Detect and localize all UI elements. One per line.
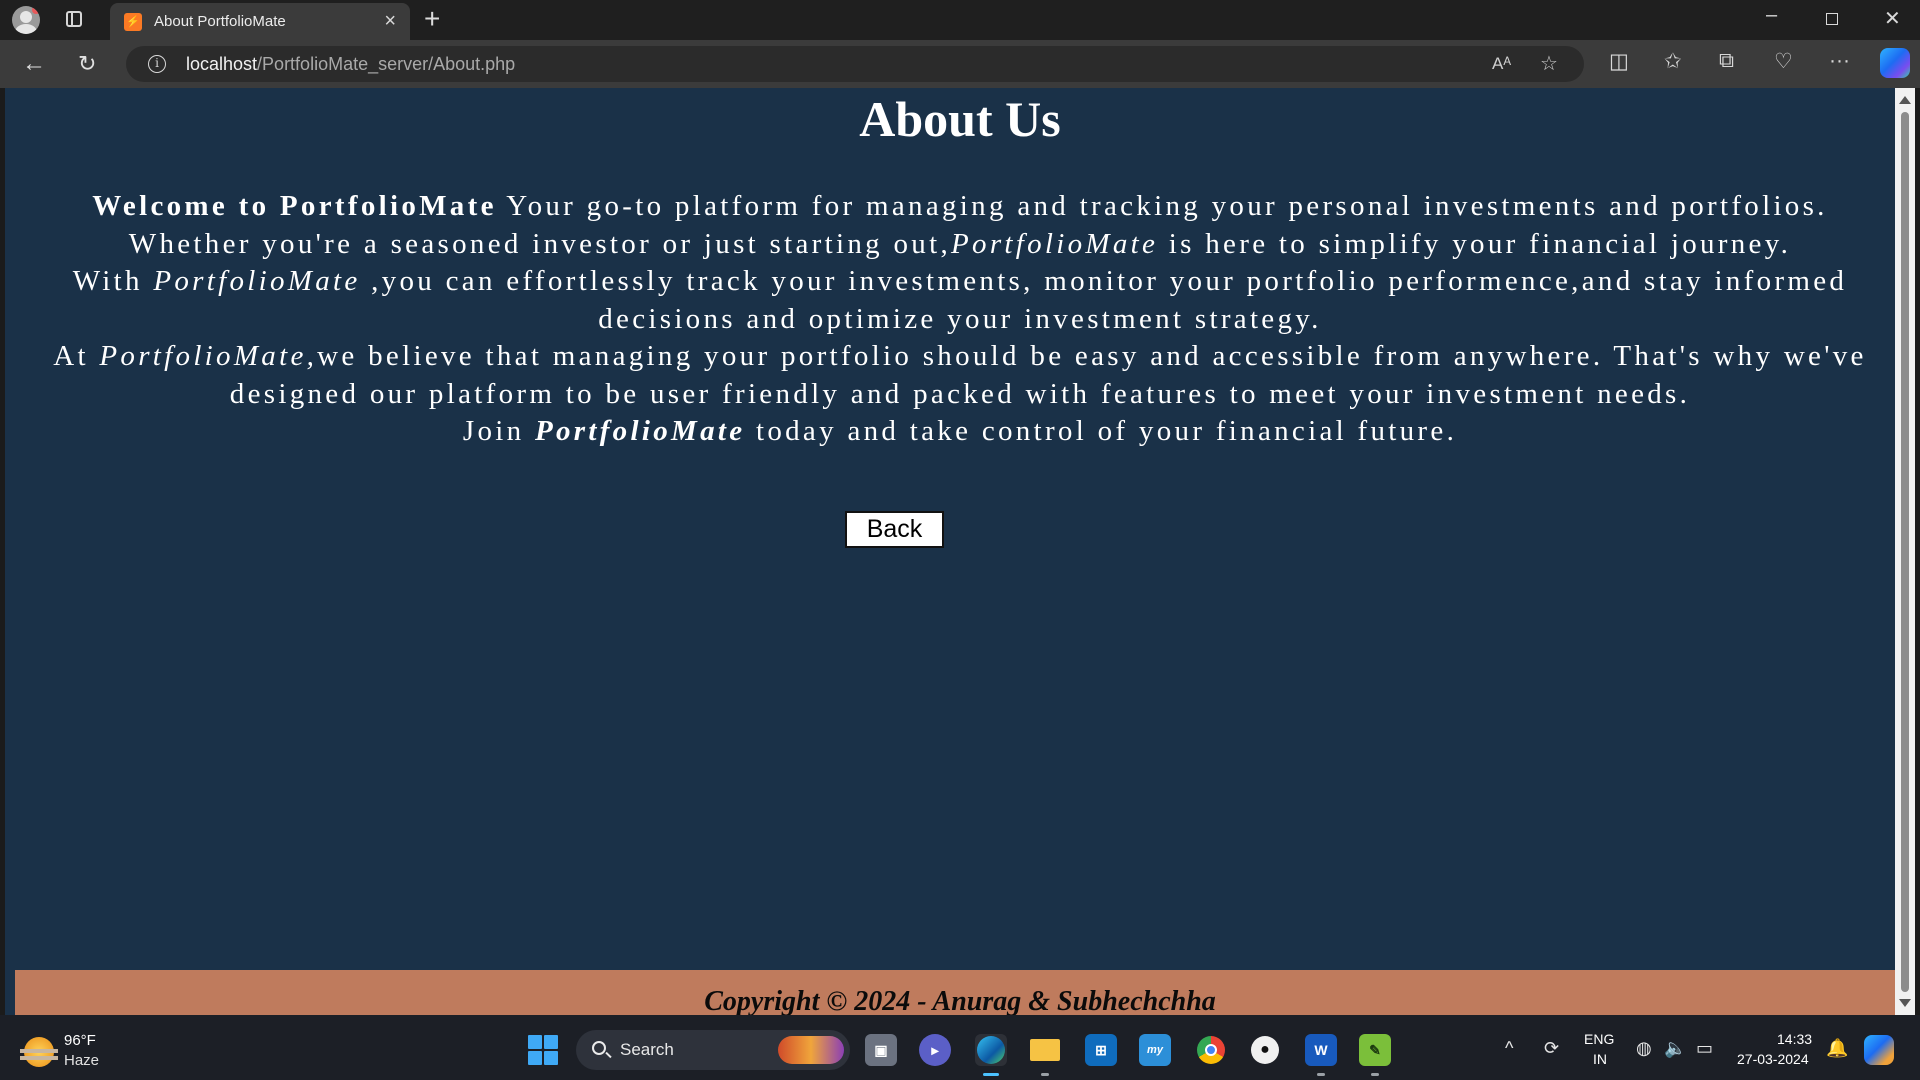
vertical-scrollbar[interactable]	[1895, 88, 1915, 1015]
windows-start-icon[interactable]	[528, 1035, 558, 1065]
url-text[interactable]: localhost/PortfolioMate_server/About.php	[186, 54, 515, 75]
clock-time[interactable]: 14:33	[1777, 1031, 1812, 1047]
browser-tab-active[interactable]: ⚡ About PortfolioMate ×	[110, 3, 410, 40]
page-title: About Us	[859, 91, 1061, 147]
belief-paragraph: At PortfolioMate,we believe that managin…	[35, 338, 1885, 413]
browser-titlebar: ⚡ About PortfolioMate × + – ✕	[0, 0, 1920, 40]
word-icon[interactable]: W	[1305, 1034, 1337, 1076]
read-aloud-icon[interactable]: Aᴬ	[1492, 54, 1511, 74]
add-favorite-star-icon[interactable]: ☆	[1540, 51, 1558, 76]
intro-paragraph: Welcome to PortfolioMate Your go-to plat…	[35, 188, 1885, 263]
window-border	[1915, 88, 1920, 1015]
new-tab-icon[interactable]: +	[424, 3, 440, 35]
browser-essentials-icon[interactable]: ♡	[1774, 49, 1793, 74]
belief-text-start: At	[53, 340, 100, 372]
open-app-indicator	[1041, 1073, 1049, 1076]
collections-icon[interactable]: ⧉	[1719, 49, 1734, 73]
battery-icon[interactable]: ▭	[1696, 1038, 1713, 1059]
close-window-icon[interactable]: ✕	[1884, 6, 1901, 31]
clock-date[interactable]: 27-03-2024	[1737, 1051, 1809, 1067]
address-bar[interactable]: i localhost/PortfolioMate_server/About.p…	[126, 46, 1584, 82]
tab-actions-icon[interactable]	[66, 11, 82, 27]
microsoft-store-icon[interactable]: ⊞	[1085, 1034, 1117, 1066]
weather-haze-icon[interactable]	[20, 1037, 58, 1067]
search-highlight-art	[778, 1036, 844, 1064]
back-arrow-icon[interactable]: ←	[22, 50, 46, 78]
weather-condition[interactable]: Haze	[64, 1052, 99, 1069]
xampp-icon: ⚡	[124, 13, 142, 31]
brand-name: PortfolioMate,	[99, 340, 318, 372]
notepad-plus-plus-icon[interactable]: ✎	[1359, 1034, 1391, 1076]
join-text: today and take control of your financial…	[745, 415, 1458, 447]
copyright-text: Copyright © 2024 - Anurag & Subhechchha	[704, 986, 1216, 1015]
scroll-thumb[interactable]	[1901, 112, 1909, 992]
intro-text-end: is here to simplify your financial journ…	[1158, 227, 1792, 260]
teams-chat-icon[interactable]: ▸	[919, 1034, 951, 1066]
browser-toolbar: ← ↻ i localhost/PortfolioMate_server/Abo…	[0, 40, 1920, 88]
notifications-bell-icon[interactable]: 🔔	[1826, 1038, 1848, 1059]
network-globe-icon[interactable]: ◍	[1636, 1038, 1652, 1059]
taskbar-search-box[interactable]: Search	[576, 1030, 850, 1070]
url-path: /PortfolioMate_server/About.php	[257, 54, 516, 74]
mylip-app-icon[interactable]: my	[1139, 1034, 1171, 1066]
join-text-start: Join	[462, 415, 535, 447]
page-viewport: About Us Welcome to PortfolioMate Your g…	[5, 88, 1895, 1015]
site-info-icon[interactable]: i	[148, 55, 166, 73]
github-icon[interactable]: ●	[1249, 1034, 1281, 1066]
more-options-icon[interactable]: ···	[1829, 49, 1850, 73]
search-label: Search	[620, 1040, 674, 1059]
features-text: ,you can effortlessly track your investm…	[360, 265, 1848, 335]
language-indicator[interactable]: ENG	[1584, 1031, 1614, 1047]
active-app-indicator	[983, 1073, 999, 1076]
restore-icon[interactable]	[1826, 13, 1838, 25]
favorites-icon[interactable]: ✩	[1664, 49, 1682, 74]
copilot-icon[interactable]	[1880, 48, 1910, 78]
sync-status-icon[interactable]: ⟳	[1544, 1038, 1559, 1059]
file-explorer-icon[interactable]	[1029, 1034, 1061, 1076]
search-icon	[592, 1041, 606, 1055]
brand-name-bold: PortfolioMate	[534, 415, 746, 447]
brand-name: PortfolioMate	[951, 227, 1159, 260]
task-view-icon[interactable]: ▣	[865, 1034, 897, 1066]
profile-avatar-icon[interactable]	[12, 6, 40, 34]
refresh-icon[interactable]: ↻	[78, 51, 96, 77]
edge-browser-icon[interactable]	[975, 1034, 1007, 1076]
region-indicator[interactable]: IN	[1593, 1051, 1607, 1067]
split-screen-icon[interactable]: ◫	[1609, 49, 1629, 74]
close-tab-icon[interactable]: ×	[384, 10, 396, 33]
open-app-indicator	[1371, 1073, 1379, 1076]
copilot-taskbar-icon[interactable]	[1864, 1035, 1894, 1065]
features-paragraph: With PortfolioMate ,you can effortlessly…	[35, 263, 1885, 338]
scroll-down-arrow-icon[interactable]	[1899, 999, 1911, 1007]
features-text-start: With	[72, 265, 154, 297]
welcome-heading: Welcome to PortfolioMate	[92, 190, 497, 222]
windows-taskbar: 96°F Haze Search ▣ ▸ ⊞ my ● W ✎ ^ ⟳ ENG …	[0, 1015, 1920, 1080]
chrome-icon[interactable]	[1195, 1034, 1227, 1066]
join-paragraph: Join PortfolioMate today and take contro…	[35, 413, 1885, 451]
tab-title: About PortfolioMate	[154, 13, 286, 30]
scroll-up-arrow-icon[interactable]	[1899, 96, 1911, 104]
show-hidden-icons-chevron-icon[interactable]: ^	[1505, 1038, 1513, 1059]
minimize-icon[interactable]: –	[1766, 4, 1777, 27]
open-app-indicator	[1317, 1073, 1325, 1076]
weather-temperature[interactable]: 96°F	[64, 1032, 96, 1049]
about-description: Welcome to PortfolioMate Your go-to plat…	[35, 188, 1885, 451]
footer: Copyright © 2024 - Anurag & Subhechchha	[15, 970, 1895, 1015]
url-host: localhost	[186, 54, 258, 74]
volume-icon[interactable]: 🔈	[1664, 1038, 1686, 1059]
back-button[interactable]: Back	[845, 511, 944, 548]
belief-text: we believe that managing your portfolio …	[229, 340, 1867, 410]
brand-name: PortfolioMate	[153, 265, 361, 297]
